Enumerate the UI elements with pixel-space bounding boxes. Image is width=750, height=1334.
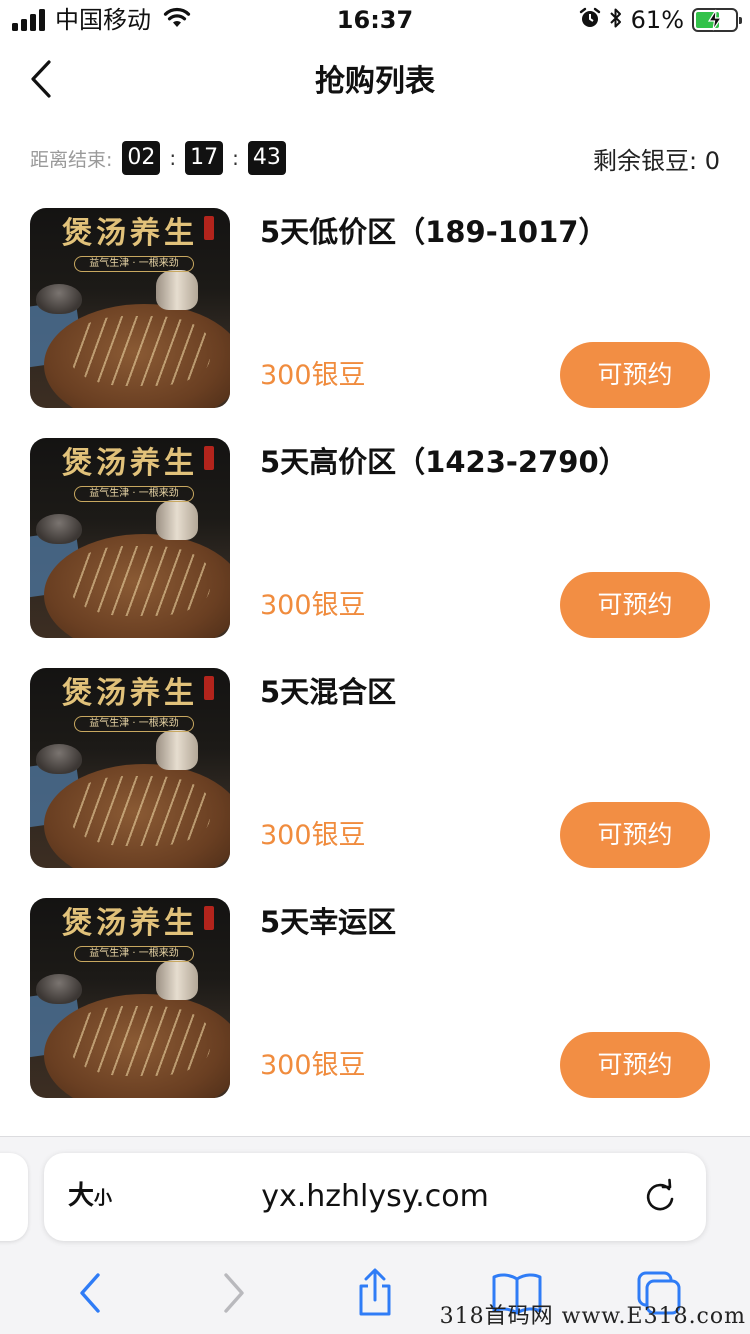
product-brand-text: 煲汤养生 [62, 216, 198, 251]
countdown-hours: 02 [122, 141, 161, 175]
silver-bean-balance: 剩余银豆: 0 [593, 146, 720, 175]
countdown-separator: : [169, 146, 177, 170]
item-price: 300银豆 [260, 360, 366, 391]
battery-charging-icon [692, 8, 742, 32]
product-slogan: 益气生津 · 一根来劲 [74, 716, 194, 732]
reserve-button[interactable]: 可预约 [560, 572, 710, 638]
list-item: 煲汤养生 益气生津 · 一根来劲 5天幸运区 300银豆 可预约 [30, 898, 710, 1098]
seal-stamp [204, 676, 214, 700]
url-text[interactable]: yx.hzhlysy.com [44, 1177, 706, 1217]
info-row: 距离结束: 02 : 17 : 43 剩余银豆: 0 [30, 140, 720, 176]
item-price: 300银豆 [260, 1050, 366, 1081]
product-slogan: 益气生津 · 一根来劲 [74, 486, 194, 502]
alarm-icon [579, 7, 601, 33]
item-name: 5天高价区（1423-2790） [260, 445, 628, 479]
product-slogan: 益气生津 · 一根来劲 [74, 946, 194, 962]
previous-tab-peek[interactable] [0, 1153, 28, 1241]
share-button[interactable] [345, 1263, 405, 1323]
item-name: 5天混合区 [260, 675, 397, 709]
bluetooth-icon [609, 7, 623, 33]
list-item: 煲汤养生 益气生津 · 一根来劲 5天高价区（1423-2790） 300银豆 … [30, 438, 710, 638]
battery-percent: 61% [630, 6, 684, 34]
reserve-button[interactable]: 可预约 [560, 1032, 710, 1098]
watermark-text: 318首码网 www.E318.com [439, 1304, 746, 1329]
product-image: 煲汤养生 益气生津 · 一根来劲 [30, 668, 230, 868]
product-list: 煲汤养生 益气生津 · 一根来劲 5天低价区（189-1017） 300银豆 可… [30, 208, 710, 1128]
browser-bar: 大小 yx.hzhlysy.com 318首码网 www.E318.com [0, 1136, 750, 1334]
reload-icon [646, 1178, 674, 1211]
list-item: 煲汤养生 益气生津 · 一根来劲 5天混合区 300银豆 可预约 [30, 668, 710, 868]
product-brand-text: 煲汤养生 [62, 446, 198, 481]
browser-back-button[interactable] [61, 1263, 121, 1323]
address-bar[interactable]: 大小 yx.hzhlysy.com [44, 1153, 706, 1241]
countdown-timer: 距离结束: 02 : 17 : 43 [30, 141, 286, 175]
countdown-label: 距离结束: [30, 148, 113, 171]
reload-button[interactable] [638, 1175, 682, 1219]
nav-header: 抢购列表 [0, 42, 750, 122]
back-icon [80, 1273, 100, 1313]
forward-icon [224, 1273, 244, 1313]
seal-stamp [204, 216, 214, 240]
seal-stamp [204, 906, 214, 930]
seal-stamp [204, 446, 214, 470]
share-icon [359, 1268, 391, 1316]
item-name: 5天幸运区 [260, 905, 397, 939]
reserve-button[interactable]: 可预约 [560, 342, 710, 408]
product-image: 煲汤养生 益气生津 · 一根来劲 [30, 208, 230, 408]
reserve-button[interactable]: 可预约 [560, 802, 710, 868]
product-image: 煲汤养生 益气生津 · 一根来劲 [30, 898, 230, 1098]
page-title: 抢购列表 [315, 64, 435, 99]
product-brand-text: 煲汤养生 [62, 906, 198, 941]
item-name: 5天低价区（189-1017） [260, 215, 608, 249]
product-slogan: 益气生津 · 一根来劲 [74, 256, 194, 272]
list-item: 煲汤养生 益气生津 · 一根来劲 5天低价区（189-1017） 300银豆 可… [30, 208, 710, 408]
status-bar: 中国移动 16:37 61% [0, 0, 750, 42]
browser-forward-button[interactable] [203, 1263, 263, 1323]
countdown-seconds: 43 [247, 141, 286, 175]
product-image: 煲汤养生 益气生津 · 一根来劲 [30, 438, 230, 638]
countdown-minutes: 17 [185, 141, 224, 175]
product-brand-text: 煲汤养生 [62, 676, 198, 711]
countdown-separator: : [232, 146, 239, 170]
item-price: 300银豆 [260, 820, 366, 851]
item-price: 300银豆 [260, 590, 366, 621]
